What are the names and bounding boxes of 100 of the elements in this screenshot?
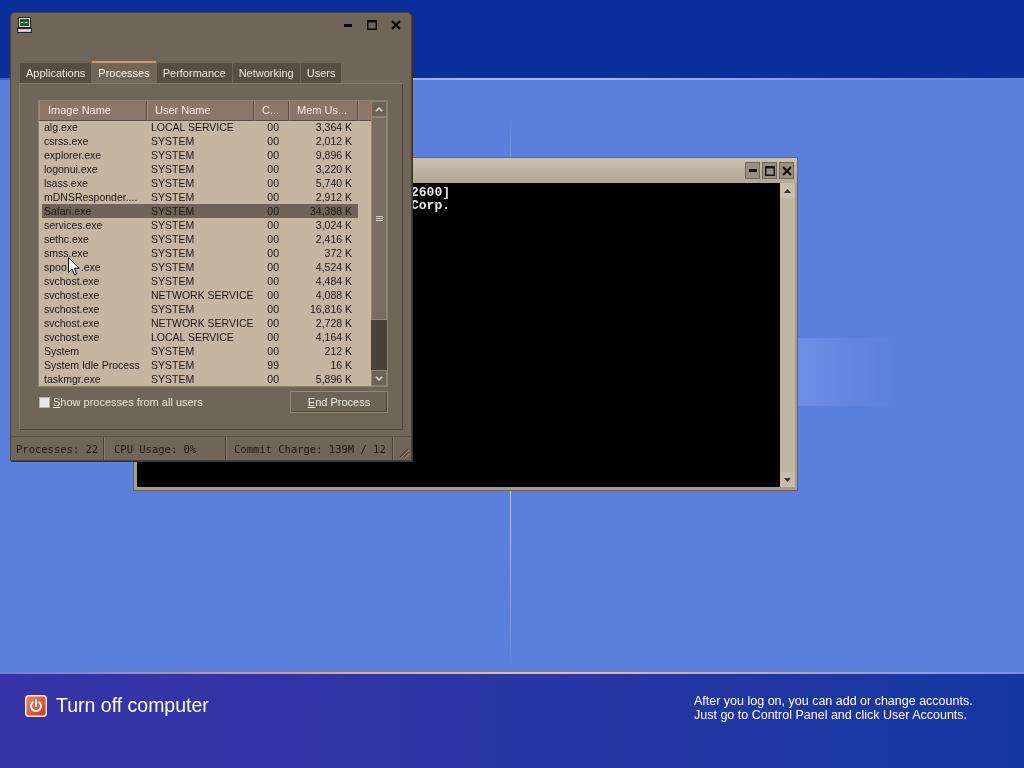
mouse-pointer-icon xyxy=(68,257,80,276)
chevron-down-icon xyxy=(375,375,383,381)
table-cell-text: csrss.exe xyxy=(43,134,90,148)
chevron-up-icon xyxy=(375,106,383,112)
turn-off-button[interactable]: Turn off computer xyxy=(25,694,209,717)
process-row[interactable]: alg.exe LOCAL SERVICE 00 3,364 K xyxy=(42,120,358,134)
checkbox[interactable] xyxy=(39,396,50,408)
power-icon xyxy=(25,694,47,717)
scrollbar[interactable] xyxy=(780,183,795,487)
table-cell-text: LOCAL SERVICE xyxy=(150,120,235,134)
table-cell-text: 00 xyxy=(266,288,280,302)
tab[interactable]: Users xyxy=(300,63,342,83)
scroll-up-button[interactable] xyxy=(780,183,795,198)
table-cell-text: sethc.exe xyxy=(43,232,90,246)
minimize-button[interactable] xyxy=(745,162,760,179)
table-cell-text: svchost.exe xyxy=(43,316,101,330)
tab[interactable]: Applications xyxy=(20,63,92,83)
help-text: After you log on, you can add or change accounts. Just go to Control Panel and click User Accounts. xyxy=(694,694,973,722)
table-cell-text: SYSTEM xyxy=(150,260,196,274)
column-header[interactable]: Image Name xyxy=(39,101,147,121)
process-row[interactable]: logonui.exe SYSTEM 00 3,220 K xyxy=(42,162,358,176)
scroll-down-button[interactable] xyxy=(371,370,387,386)
table-cell-text: mDNSResponder.... xyxy=(43,190,139,204)
table-cell-text: 2,728 K xyxy=(314,316,353,330)
table-cell-text: 4,164 K xyxy=(314,330,353,344)
tab[interactable]: Performance xyxy=(156,63,232,83)
process-row[interactable]: System Idle Process SYSTEM 99 16 K xyxy=(42,358,358,372)
column-header[interactable]: User Name xyxy=(147,101,254,121)
table-cell-text: SYSTEM xyxy=(150,204,196,218)
scroll-down-button[interactable] xyxy=(780,472,795,487)
table-cell-text: svchost.exe xyxy=(43,274,101,288)
table-cell: .exe xyxy=(80,260,101,274)
table-cell-text: SYSTEM xyxy=(150,162,196,176)
table-cell-text: NETWORK SERVICE xyxy=(150,316,254,330)
table-cell-text: SYSTEM xyxy=(150,134,196,148)
maximize-button[interactable] xyxy=(762,162,777,179)
table-cell-text: smss.exe xyxy=(43,246,90,260)
scrollbar[interactable] xyxy=(371,101,387,386)
process-row[interactable]: svchost.exe SYSTEM 00 16,816 K xyxy=(42,302,358,316)
process-row[interactable]: svchost.exe SYSTEM 00 4,484 K xyxy=(42,274,358,288)
table-cell-text: 00 xyxy=(266,274,280,288)
table-cell-text: SYSTEM xyxy=(150,302,196,316)
minimize-icon xyxy=(344,23,352,27)
process-row[interactable]: services.exe SYSTEM 00 3,024 K xyxy=(42,218,358,232)
table-cell-text: 99 xyxy=(266,358,280,372)
process-row[interactable]: svchost.exe LOCAL SERVICE 00 4,164 K xyxy=(42,330,358,344)
table-cell-text: 2,416 K xyxy=(314,232,353,246)
table-cell-text: 00 xyxy=(266,344,280,358)
table-cell-text: 00 xyxy=(266,302,280,316)
process-row[interactable]: sethc.exe SYSTEM 00 2,416 K xyxy=(42,232,358,246)
table-cell-text: SYSTEM xyxy=(150,232,196,246)
table-cell-text: LOCAL SERVICE xyxy=(150,330,235,344)
close-button[interactable] xyxy=(779,162,794,179)
process-row[interactable]: smss.exe SYSTEM 00 372 K xyxy=(42,246,358,260)
table-cell-text: 16,816 K xyxy=(308,302,353,316)
up-arrow-icon xyxy=(784,188,791,193)
table-cell: spoo xyxy=(44,260,67,274)
process-row[interactable]: lsass.exe SYSTEM 00 5,740 K xyxy=(42,176,358,190)
table-cell-text: 00 xyxy=(266,218,280,232)
end-process-button[interactable]: End Process xyxy=(290,391,388,413)
checkbox-label[interactable]: Show processes from all users xyxy=(53,396,203,408)
table-cell-text: SYSTEM xyxy=(150,246,196,260)
table-cell-text: lsass.exe xyxy=(43,176,89,190)
tab[interactable]: Networking xyxy=(232,63,300,83)
column-header[interactable]: C... xyxy=(254,101,289,121)
table-cell-text: 00 xyxy=(266,134,280,148)
table-cell-text: SYSTEM xyxy=(150,274,196,288)
table-cell-text: svchost.exe xyxy=(43,288,101,302)
process-row[interactable]: mDNSResponder.... SYSTEM 00 2,912 K xyxy=(42,190,358,204)
table-cell-text: taskmgr.exe xyxy=(43,372,102,386)
process-row[interactable]: taskmgr.exe SYSTEM 00 5,896 K xyxy=(42,372,358,386)
process-row[interactable]: svchost.exe NETWORK SERVICE 00 4,088 K xyxy=(42,288,358,302)
table-cell-text: 4,088 K xyxy=(314,288,353,302)
scrollbar-thumb[interactable] xyxy=(371,117,387,320)
process-row[interactable]: spoo .exe SYSTEM 00 4,524 K xyxy=(42,260,358,274)
process-row[interactable]: csrss.exe SYSTEM 00 2,012 K xyxy=(42,134,358,148)
table-cell-text: NETWORK SERVICE xyxy=(150,288,254,302)
down-arrow-icon xyxy=(784,477,791,482)
table-cell-text: SYSTEM xyxy=(150,176,196,190)
process-row[interactable]: explorer.exe SYSTEM 00 9,896 K xyxy=(42,148,358,162)
table-cell-text: SYSTEM xyxy=(150,190,196,204)
table-cell-text: 00 xyxy=(266,176,280,190)
column-header[interactable]: Mem Us... xyxy=(289,101,358,121)
resize-grip-icon[interactable] xyxy=(397,446,409,458)
table-cell-text: SYSTEM xyxy=(150,148,196,162)
table-cell-text: 00 xyxy=(266,120,280,134)
table-cell-text: 00 xyxy=(266,246,280,260)
maximize-icon xyxy=(367,20,377,30)
scroll-up-button[interactable] xyxy=(371,101,387,117)
status-text: Commit Charge: 139M / 12 xyxy=(226,437,393,460)
close-icon xyxy=(391,20,401,30)
table-cell-text: svchost.exe xyxy=(43,330,101,344)
process-row[interactable]: System SYSTEM 00 212 K xyxy=(42,344,358,358)
table-cell-text: alg.exe xyxy=(43,120,79,134)
table-cell-text: 9,896 K xyxy=(314,148,353,162)
table-cell-text: 3,364 K xyxy=(314,120,353,134)
process-row[interactable]: svchost.exe NETWORK SERVICE 00 2,728 K xyxy=(42,316,358,330)
header-filler xyxy=(358,101,371,121)
table-cell-text: 00 xyxy=(266,190,280,204)
table-cell-text: 00 xyxy=(266,330,280,344)
